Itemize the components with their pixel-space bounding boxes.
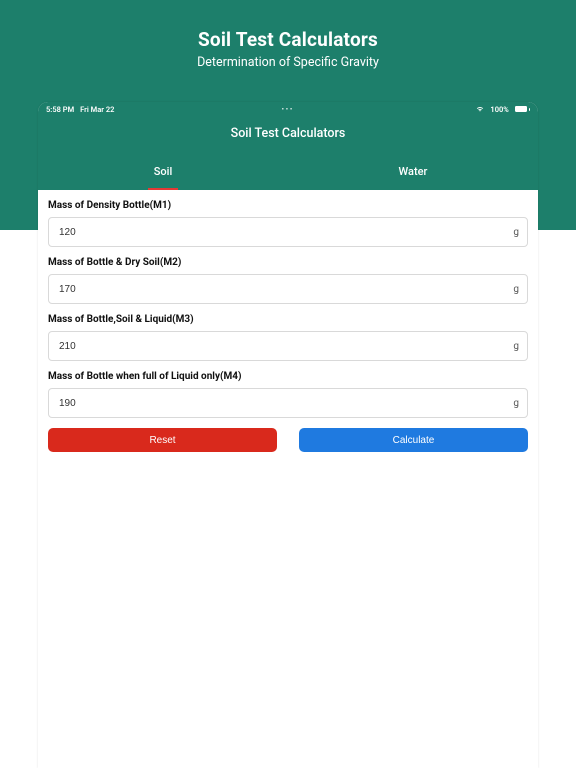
field-m1: Mass of Density Bottle(M1) g: [48, 200, 528, 247]
status-dots: •••: [282, 106, 294, 113]
field-m2: Mass of Bottle & Dry Soil(M2) g: [48, 257, 528, 304]
device-frame: 5:58 PM Fri Mar 22 ••• 100% Soil Test Ca…: [38, 102, 538, 768]
field-m1-unit: g: [513, 227, 519, 238]
status-bar: 5:58 PM Fri Mar 22 ••• 100%: [38, 102, 538, 116]
battery-percent: 100%: [490, 105, 508, 114]
app-title: Soil Test Calculators: [38, 116, 538, 155]
field-m1-input[interactable]: [59, 227, 501, 238]
status-time: 5:58 PM: [46, 105, 74, 114]
page-title: Soil Test Calculators: [0, 28, 576, 51]
tab-bar: Soil Water: [38, 155, 538, 190]
field-m2-input-wrap[interactable]: g: [48, 274, 528, 304]
status-date: Fri Mar 22: [80, 105, 114, 114]
wifi-icon: [476, 105, 484, 113]
field-m4-label: Mass of Bottle when full of Liquid only(…: [48, 371, 528, 382]
field-m3-label: Mass of Bottle,Soil & Liquid(M3): [48, 314, 528, 325]
field-m1-input-wrap[interactable]: g: [48, 217, 528, 247]
battery-icon: [515, 106, 530, 112]
field-m3-input[interactable]: [59, 341, 501, 352]
page-header: Soil Test Calculators Determination of S…: [0, 0, 576, 70]
form: Mass of Density Bottle(M1) g Mass of Bot…: [38, 190, 538, 456]
field-m4-input-wrap[interactable]: g: [48, 388, 528, 418]
tab-soil-label: Soil: [154, 165, 173, 178]
field-m3: Mass of Bottle,Soil & Liquid(M3) g: [48, 314, 528, 361]
field-m4-unit: g: [513, 398, 519, 409]
field-m3-unit: g: [513, 341, 519, 352]
tab-water[interactable]: Water: [288, 155, 538, 190]
field-m1-label: Mass of Density Bottle(M1): [48, 200, 528, 211]
reset-button[interactable]: Reset: [48, 428, 277, 452]
page-subtitle: Determination of Specific Gravity: [0, 55, 576, 70]
field-m4-input[interactable]: [59, 398, 501, 409]
field-m2-label: Mass of Bottle & Dry Soil(M2): [48, 257, 528, 268]
tab-soil[interactable]: Soil: [38, 155, 288, 190]
field-m2-input[interactable]: [59, 284, 501, 295]
field-m4: Mass of Bottle when full of Liquid only(…: [48, 371, 528, 418]
calculate-button[interactable]: Calculate: [299, 428, 528, 452]
field-m3-input-wrap[interactable]: g: [48, 331, 528, 361]
app-header: Soil Test Calculators Soil Water: [38, 116, 538, 190]
field-m2-unit: g: [513, 284, 519, 295]
tab-water-label: Water: [399, 165, 428, 178]
